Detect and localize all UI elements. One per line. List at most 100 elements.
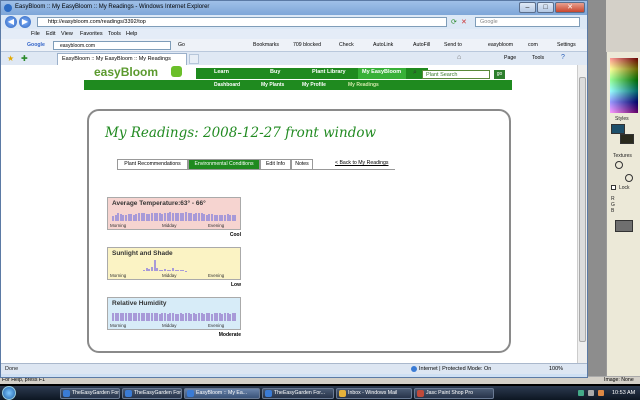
page-scrollbar[interactable]: [577, 65, 587, 363]
nav-buy[interactable]: Buy: [270, 69, 280, 75]
color-spectrum-shade: [610, 58, 638, 113]
taskbar-button[interactable]: Jasc Paint Shop Pro: [414, 388, 494, 399]
tools-menu[interactable]: Tools: [532, 55, 544, 61]
ie-search-input[interactable]: Google: [475, 17, 580, 27]
close-button[interactable]: ✕: [555, 2, 585, 13]
taskbar-app-icon: [125, 390, 132, 397]
back-to-readings-link[interactable]: < Back to My Readings: [335, 160, 389, 166]
ie-status-text: Done: [5, 366, 19, 372]
taskbar-button-label: EasyBloom :: My Ea...: [196, 390, 248, 396]
google-toolbar: Google easybloom.com Go Bookmarks 709 bl…: [1, 39, 587, 52]
scrollbar-thumb[interactable]: [579, 77, 586, 342]
subnav-dashboard[interactable]: Dashboard: [214, 82, 240, 88]
page-menu[interactable]: Page: [504, 55, 516, 61]
taskbar-button[interactable]: TheEasyGarden For...: [60, 388, 120, 399]
tray-app-icon[interactable]: [598, 390, 604, 396]
graph-bars: [112, 257, 237, 271]
taskbar-app-icon: [417, 390, 424, 397]
ie-title-bar[interactable]: EasyBloom :: My EasyBloom :: My Readings…: [1, 1, 587, 15]
menu-file[interactable]: File: [31, 31, 40, 37]
menu-favorites[interactable]: Favorites: [80, 31, 103, 37]
background-swatch[interactable]: [620, 134, 634, 144]
taskbar-button-label: Inbox - Windows Mail: [348, 390, 398, 396]
taskbar-app-icon: [63, 390, 70, 397]
favorites-star-icon[interactable]: ★: [7, 54, 14, 63]
windows-taskbar: TheEasyGarden For... TheEasyGarden For...…: [0, 386, 640, 400]
send-to-button[interactable]: Send to: [444, 42, 462, 48]
graph-bar: [234, 214, 237, 221]
graph-bar: [234, 313, 237, 321]
ie-app-icon: [4, 4, 12, 12]
site-logo[interactable]: easyBloom: [94, 65, 158, 79]
nav-plant-library[interactable]: Plant Library: [312, 69, 346, 75]
taskbar-button[interactable]: TheEasyGarden For...: [262, 388, 334, 399]
security-zone[interactable]: Internet | Protected Mode: On: [419, 366, 491, 372]
readings-panel: My Readings: 2008-12-27 front window Pla…: [87, 109, 511, 353]
spellcheck-button[interactable]: Check: [339, 42, 354, 48]
easybloom-button[interactable]: easybloom: [488, 42, 513, 48]
subnav-my-readings[interactable]: My Readings: [348, 82, 379, 88]
subnav-my-plants[interactable]: My Plants: [261, 82, 284, 88]
google-go-button[interactable]: Go: [178, 42, 185, 48]
taskbar-button[interactable]: EasyBloom :: My Ea...: [184, 388, 260, 399]
taskbar-clock[interactable]: 10:53 AM: [612, 390, 635, 396]
texture-toggle-icon[interactable]: [615, 161, 623, 169]
styles-label: Styles: [615, 116, 629, 122]
google-search-input[interactable]: easybloom.com: [53, 41, 171, 50]
taskbar-button-label: Jasc Paint Shop Pro: [426, 390, 474, 396]
plant-search-go-button[interactable]: go: [494, 70, 505, 79]
taskbar-app-icon: [265, 390, 272, 397]
browser-tab-active[interactable]: EasyBloom :: My EasyBloom :: My Readings: [57, 53, 187, 65]
graph-x-label: Morning: [110, 273, 127, 278]
help-icon[interactable]: ?: [561, 54, 565, 61]
texture-none-icon[interactable]: [625, 174, 633, 182]
forward-icon[interactable]: ▶: [19, 16, 31, 28]
tab-row: ★ ✚ EasyBloom :: My EasyBloom :: My Read…: [1, 52, 587, 65]
taskbar-button-label: TheEasyGarden For...: [274, 390, 326, 396]
graph-x-label: Evening: [208, 223, 225, 228]
menu-view[interactable]: View: [61, 31, 73, 37]
start-button[interactable]: [2, 386, 16, 400]
taskbar-button-label: TheEasyGarden For...: [134, 390, 182, 396]
refresh-icon[interactable]: ⟳: [451, 18, 457, 26]
new-tab-button[interactable]: [189, 54, 199, 64]
taskbar-app-icon: [187, 390, 194, 397]
nav-my-easybloom[interactable]: My EasyBloom: [362, 69, 401, 75]
taskbar-app-icon: [339, 390, 346, 397]
com-button[interactable]: com: [528, 42, 538, 48]
autolink-button[interactable]: AutoLink: [373, 42, 393, 48]
menu-help[interactable]: Help: [126, 31, 137, 37]
graph-x-label: Morning: [110, 223, 127, 228]
menu-tools[interactable]: Tools: [108, 31, 121, 37]
graph-bars: [112, 207, 237, 221]
minimize-button[interactable]: –: [519, 2, 536, 13]
psp-image-label: Image: None: [604, 377, 634, 383]
sub-nav: Dashboard My Plants My Profile My Readin…: [84, 80, 512, 90]
autofill-button[interactable]: AutoFill: [413, 42, 430, 48]
taskbar-button[interactable]: TheEasyGarden For...: [122, 388, 182, 399]
home-icon[interactable]: ⌂: [457, 54, 461, 61]
taskbar-button[interactable]: Inbox - Windows Mail: [336, 388, 412, 399]
popup-blocker-button[interactable]: 709 blocked: [293, 42, 321, 48]
graph-x-label: Midday: [162, 323, 177, 328]
tray-network-icon[interactable]: [578, 390, 584, 396]
zoom-level[interactable]: 100%: [549, 366, 563, 372]
tray-volume-icon[interactable]: [588, 390, 594, 396]
address-input[interactable]: http://easybloom.com/readings/3392/top: [37, 17, 447, 27]
back-icon[interactable]: ◀: [5, 16, 17, 28]
settings-button[interactable]: Settings: [557, 42, 576, 48]
subnav-my-profile[interactable]: My Profile: [302, 82, 326, 88]
lock-checkbox[interactable]: [611, 185, 616, 190]
plant-search-input[interactable]: Plant Search: [422, 70, 490, 79]
graph-bars: [112, 307, 237, 321]
menu-edit[interactable]: Edit: [46, 31, 55, 37]
bookmarks-button[interactable]: Bookmarks: [253, 42, 279, 48]
foreground-swatch[interactable]: [611, 124, 625, 134]
menu-bar: File Edit View Favorites Tools Help: [1, 29, 587, 39]
stop-icon[interactable]: ✕: [461, 18, 467, 26]
add-favorites-icon[interactable]: ✚: [21, 54, 28, 63]
maximize-button[interactable]: □: [537, 2, 554, 13]
ie-window-title: EasyBloom :: My EasyBloom :: My Readings…: [15, 4, 210, 10]
nav-learn[interactable]: Learn: [214, 69, 229, 75]
graph-title: Average Temperature:63° - 66°: [112, 200, 206, 207]
